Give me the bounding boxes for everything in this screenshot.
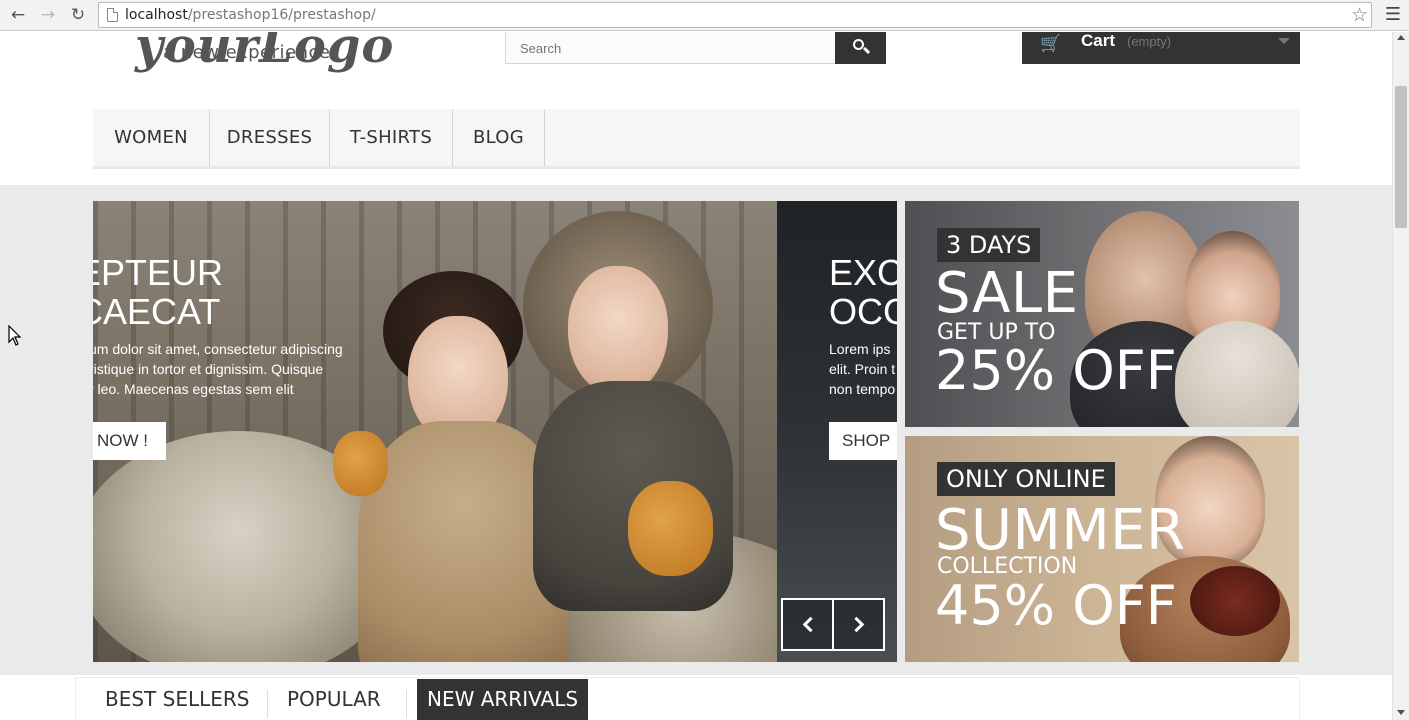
menu-item-t-shirts[interactable]: T-SHIRTS — [330, 109, 453, 166]
slide-text: um dolor sit amet, consectetur adipiscin… — [93, 341, 343, 397]
slide-2-shop-button[interactable]: SHOP — [829, 422, 897, 460]
menu-item-women[interactable]: WOMEN — [93, 109, 210, 166]
slide-2-text: Lorem ips elit. Proin t non tempo — [829, 341, 896, 397]
promo-model-woman-coat — [1175, 321, 1299, 427]
cart-quantity: (empty) — [1127, 34, 1172, 49]
browser-menu-icon[interactable]: ☰ — [1384, 4, 1402, 26]
slide-caption: EPTEUR CAECAT um dolor sit amet, consect… — [93, 201, 393, 662]
promo-discount: 25% OFF — [935, 339, 1177, 402]
logo-tagline: a new experience — [163, 42, 331, 63]
scrollbar-thumb[interactable] — [1395, 86, 1407, 228]
promo-headline: SALE — [935, 261, 1079, 326]
tab-popular[interactable]: POPULAR — [277, 679, 391, 720]
menu-item-dresses[interactable]: DRESSES — [210, 109, 330, 166]
scroll-down-arrow-icon[interactable] — [1397, 710, 1405, 715]
cart-label: Cart — [1081, 32, 1116, 50]
search-button[interactable] — [835, 32, 886, 64]
address-bar[interactable]: localhost/prestashop16/prestashop/ ☆ — [98, 2, 1372, 28]
tab-divider — [406, 690, 407, 718]
shop-logo[interactable]: yourLogo a new experience — [125, 32, 425, 74]
search-input[interactable] — [505, 32, 836, 64]
tab-new-arrivals[interactable]: NEW ARRIVALS — [417, 679, 589, 720]
page-scrollbar[interactable] — [1392, 32, 1409, 720]
product-tabs: BEST SELLERS POPULAR NEW ARRIVALS — [75, 677, 1300, 720]
address-url: localhost/prestashop16/prestashop/ — [125, 7, 376, 23]
page-icon — [107, 8, 118, 22]
next-slide-preview[interactable]: EXC OCC Lorem ips elit. Proin t non temp… — [777, 201, 897, 662]
promo-discount: 45% OFF — [935, 574, 1177, 637]
chevron-left-icon — [802, 616, 818, 633]
promo-sunglasses — [1190, 566, 1280, 636]
slide-model-right — [513, 211, 763, 661]
slide-image[interactable]: EPTEUR CAECAT um dolor sit amet, consect… — [93, 201, 777, 662]
forward-arrow-icon[interactable]: → — [36, 4, 60, 26]
promo-headline: SUMMER — [935, 498, 1186, 563]
tab-divider — [267, 690, 268, 718]
promo-banner-summer[interactable]: ONLY ONLINE SUMMER COLLECTION 45% OFF — [905, 436, 1299, 662]
search-icon — [852, 38, 871, 55]
browser-toolbar: ← → ↻ localhost/prestashop16/prestashop/… — [0, 0, 1409, 31]
back-arrow-icon[interactable]: ← — [6, 4, 30, 26]
main-menu: WOMEN DRESSES T-SHIRTS BLOG — [93, 109, 1300, 169]
slider-next-button[interactable] — [832, 598, 885, 651]
menu-item-blog[interactable]: BLOG — [453, 109, 545, 166]
caret-down-icon — [1278, 38, 1290, 44]
shop-now-button[interactable]: NOW ! — [93, 422, 166, 460]
promo-banner-sale[interactable]: 3 DAYS SALE GET UP TO 25% OFF — [905, 201, 1299, 427]
slider-controls — [781, 598, 886, 651]
slide-title: EPTEUR CAECAT — [93, 252, 224, 332]
slide-2-title: EXC OCC — [829, 252, 897, 332]
slider-prev-button[interactable] — [781, 598, 834, 651]
url-host: localhost — [125, 7, 188, 23]
tab-best-sellers[interactable]: BEST SELLERS — [95, 679, 259, 720]
home-slider: EPTEUR CAECAT um dolor sit amet, consect… — [93, 201, 897, 662]
promo-badge: ONLY ONLINE — [937, 462, 1115, 496]
cart-button[interactable]: 🛒 Cart (empty) — [1022, 32, 1300, 64]
page-viewport: yourLogo a new experience 🛒 Cart (empty)… — [0, 32, 1392, 720]
shopping-cart-icon: 🛒 — [1040, 34, 1062, 54]
chevron-right-icon — [848, 616, 864, 633]
bookmark-star-icon[interactable]: ☆ — [1351, 4, 1368, 26]
reload-icon[interactable]: ↻ — [66, 4, 90, 26]
promo-badge: 3 DAYS — [937, 228, 1041, 262]
mouse-cursor-icon — [8, 325, 22, 346]
url-path: /prestashop16/prestashop/ — [187, 7, 376, 23]
scroll-up-arrow-icon[interactable] — [1397, 35, 1405, 40]
